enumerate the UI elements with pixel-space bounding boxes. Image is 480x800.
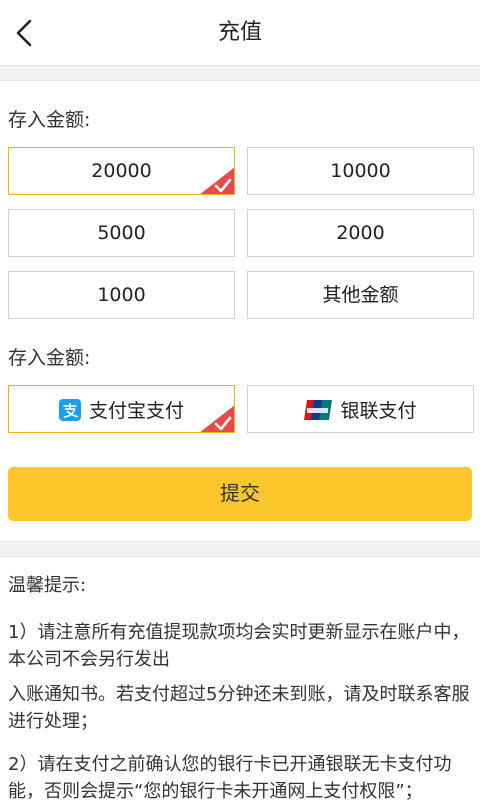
payment-method-label: 存入金额: [8,347,91,369]
amount-option-label: 10000 [330,160,391,182]
top-bar: 充值 [0,0,480,66]
amount-option-label: 1000 [97,284,146,306]
payment-option-label: 支付宝支付 [88,400,184,422]
tip-item: 1）请注意所有充值提现款项均会实时更新显示在账户中，本公司不会另行发出 [8,622,470,670]
amount-option-5000[interactable]: 5000 [8,209,235,257]
tip-item: 入账通知书。若支付超过5分钟还未到账，请及时联系客服进行处理； [8,684,470,732]
payment-option-alipay[interactable]: 支付宝支付 [8,385,235,433]
alipay-icon [58,398,81,421]
amount-option-1000[interactable]: 1000 [8,271,235,319]
payment-option-unionpay[interactable]: 银联支付 [247,385,474,433]
amount-option-label: 2000 [336,222,385,244]
page-title: 充值 [217,20,262,45]
amount-option-label: 其他金额 [322,284,399,306]
amount-option-10000[interactable]: 10000 [247,147,474,195]
tips-section: 温馨提示: 1）请注意所有充值提现款项均会实时更新显示在账户中，本公司不会另行发… [0,556,480,800]
tips-heading: 温馨提示: [8,575,87,596]
amount-option-2000[interactable]: 2000 [247,209,474,257]
submit-button[interactable]: 提交 [8,467,472,521]
amount-option-20000[interactable]: 20000 [8,147,235,195]
payment-option-label: 银联支付 [340,400,417,422]
amount-option-label: 5000 [97,222,146,244]
amount-option-other[interactable]: 其他金额 [247,271,474,319]
amount-label: 存入金额: [8,109,91,131]
recharge-form: 存入金额: 20000 10000 5000 2000 1000 其他金额 存入… [0,80,480,542]
amount-option-label: 20000 [91,160,152,182]
selected-check-icon [200,167,234,194]
unionpay-icon [304,399,333,420]
tip-item: 2）请在支付之前确认您的银行卡已开通银联无卡支付功能，否则会提示“您的银行卡未开… [8,754,452,800]
selected-check-icon [200,405,234,432]
